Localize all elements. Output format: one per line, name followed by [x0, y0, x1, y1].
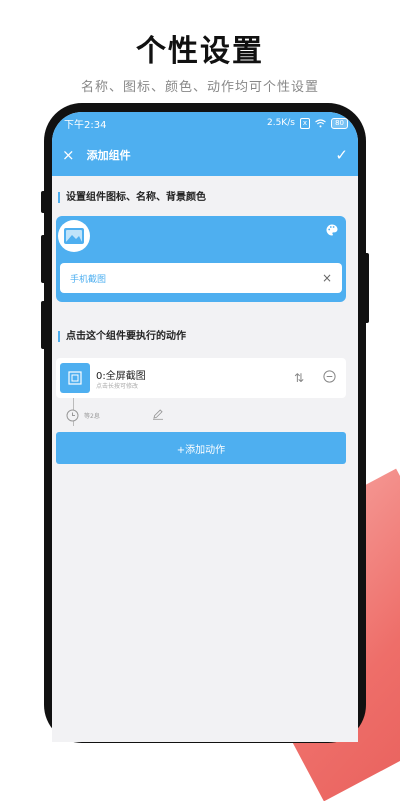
section-label-action: 点击这个组件要执行的动作 [58, 331, 186, 342]
action-name: 0:全屏截图 [96, 371, 146, 382]
widget-name-value: 手机截图 [70, 274, 107, 285]
image-icon [64, 228, 84, 244]
clock-icon [66, 409, 79, 421]
phone-power-button [364, 253, 369, 323]
status-time: 下午2:34 [64, 119, 107, 131]
remove-icon[interactable] [323, 370, 336, 383]
palette-icon[interactable] [326, 224, 338, 236]
action-item[interactable]: 0:全屏截图 点击长按可修改 ⇅ [56, 358, 346, 398]
widget-icon-picker[interactable] [58, 220, 90, 252]
screenshot-icon [68, 371, 82, 385]
action-thumbnail [60, 363, 90, 393]
battery-icon: 80 [331, 117, 348, 129]
close-icon[interactable]: × [62, 147, 75, 163]
sim-icon: x [299, 117, 311, 129]
phone-side-button [41, 301, 46, 349]
app-screen: 下午2:34 2.5K/s x 80 × 添加组件 ✓ 设置组件图标、名称、背景… [52, 112, 358, 742]
action-subtitle: 点击长按可修改 [96, 383, 139, 390]
confirm-icon[interactable]: ✓ [335, 147, 348, 163]
toolbar: × 添加组件 ✓ [52, 134, 358, 176]
phone-side-button [41, 235, 46, 283]
app-header: 下午2:34 2.5K/s x 80 × 添加组件 ✓ [52, 112, 358, 176]
widget-name-input[interactable]: 手机截图 × [60, 263, 342, 293]
promo-title: 个性设置 [136, 34, 264, 69]
clear-icon[interactable]: × [322, 271, 332, 285]
delay-text: 等2息 [84, 412, 100, 420]
net-speed: 2.5K/s [266, 118, 295, 128]
edit-icon[interactable] [152, 408, 164, 420]
promo-subtitle: 名称、图标、颜色、动作均可个性设置 [80, 80, 319, 95]
phone-side-button [41, 191, 46, 213]
delay-row: 等2息 [66, 408, 100, 422]
phone-frame: 下午2:34 2.5K/s x 80 × 添加组件 ✓ 设置组件图标、名称、背景… [41, 103, 369, 743]
status-indicators: 2.5K/s x 80 [266, 117, 348, 129]
add-action-button[interactable]: +添加动作 [56, 432, 346, 464]
section-label-appearance: 设置组件图标、名称、背景颜色 [58, 192, 206, 203]
status-bar: 下午2:34 2.5K/s x 80 [52, 112, 358, 134]
widget-preview-card: 手机截图 × [56, 216, 346, 302]
wifi-icon [315, 118, 326, 127]
sort-icon[interactable]: ⇅ [294, 371, 304, 385]
page-title: 添加组件 [86, 149, 131, 162]
